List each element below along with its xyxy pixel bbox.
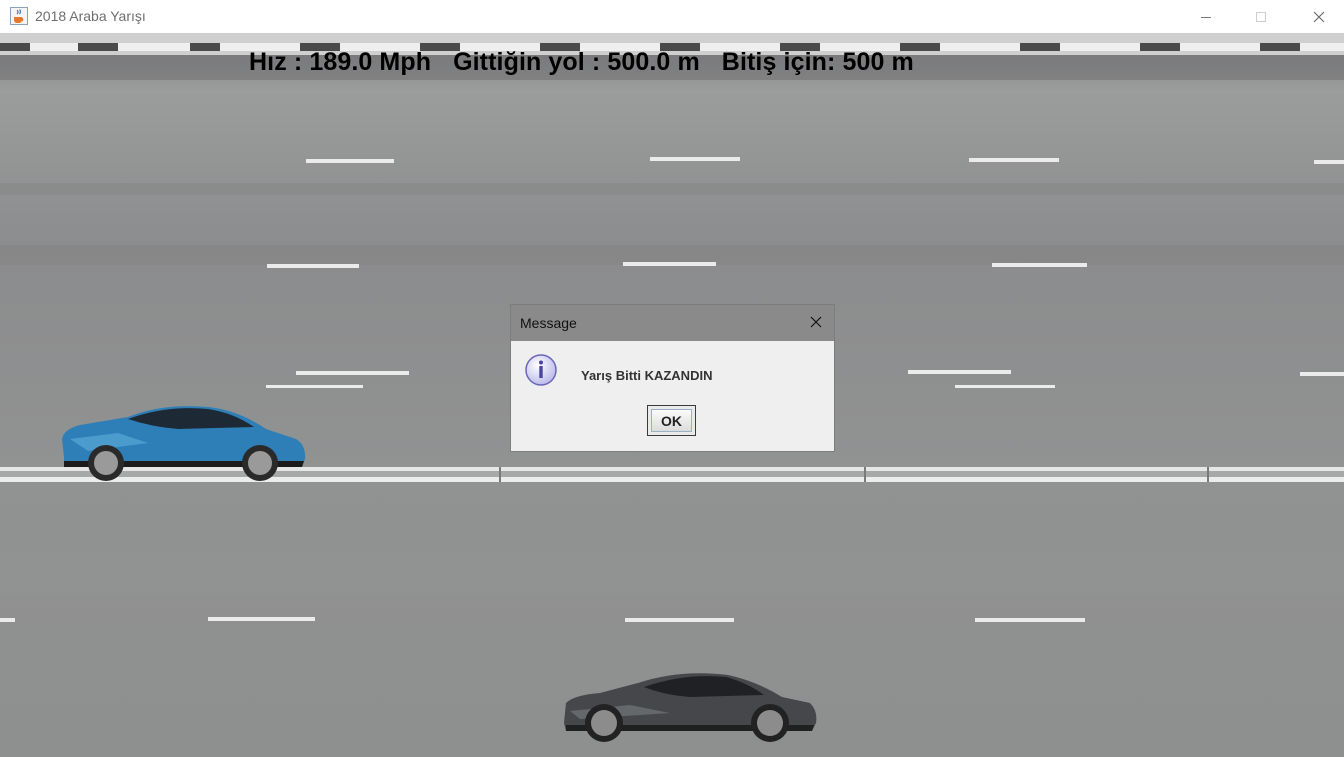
remaining-readout: Bitiş için: 500 m xyxy=(721,48,914,76)
java-cup-icon xyxy=(10,7,28,25)
close-icon xyxy=(1313,11,1325,22)
dialog-message: Yarış Bitti KAZANDIN xyxy=(581,368,713,383)
info-icon xyxy=(525,354,557,386)
player-car xyxy=(62,406,306,481)
dialog-titlebar[interactable]: Message xyxy=(511,305,834,341)
message-dialog: Message Yarış Bitti KAZANDIN OK xyxy=(510,304,835,452)
minimize-button[interactable] xyxy=(1183,0,1229,33)
maximize-button[interactable] xyxy=(1238,0,1284,33)
ok-button[interactable]: OK xyxy=(647,405,696,436)
maximize-icon xyxy=(1256,11,1266,22)
dialog-title: Message xyxy=(520,315,577,331)
distance-readout: Gittiğin yol : 500.0 m xyxy=(453,48,700,76)
speed-readout: Hız : 189.0 Mph xyxy=(249,48,432,76)
close-button[interactable] xyxy=(1296,0,1342,33)
opponent-car xyxy=(564,673,817,742)
minimize-icon xyxy=(1201,16,1211,18)
window-titlebar: 2018 Araba Yarışı xyxy=(0,0,1344,33)
ok-button-label: OK xyxy=(651,409,692,432)
dialog-close-icon[interactable] xyxy=(808,314,824,330)
hud-stats: Hız : 189.0 Mph Gittiğin yol : 500.0 m Bit… xyxy=(249,48,936,77)
window-title: 2018 Araba Yarışı xyxy=(35,8,146,24)
